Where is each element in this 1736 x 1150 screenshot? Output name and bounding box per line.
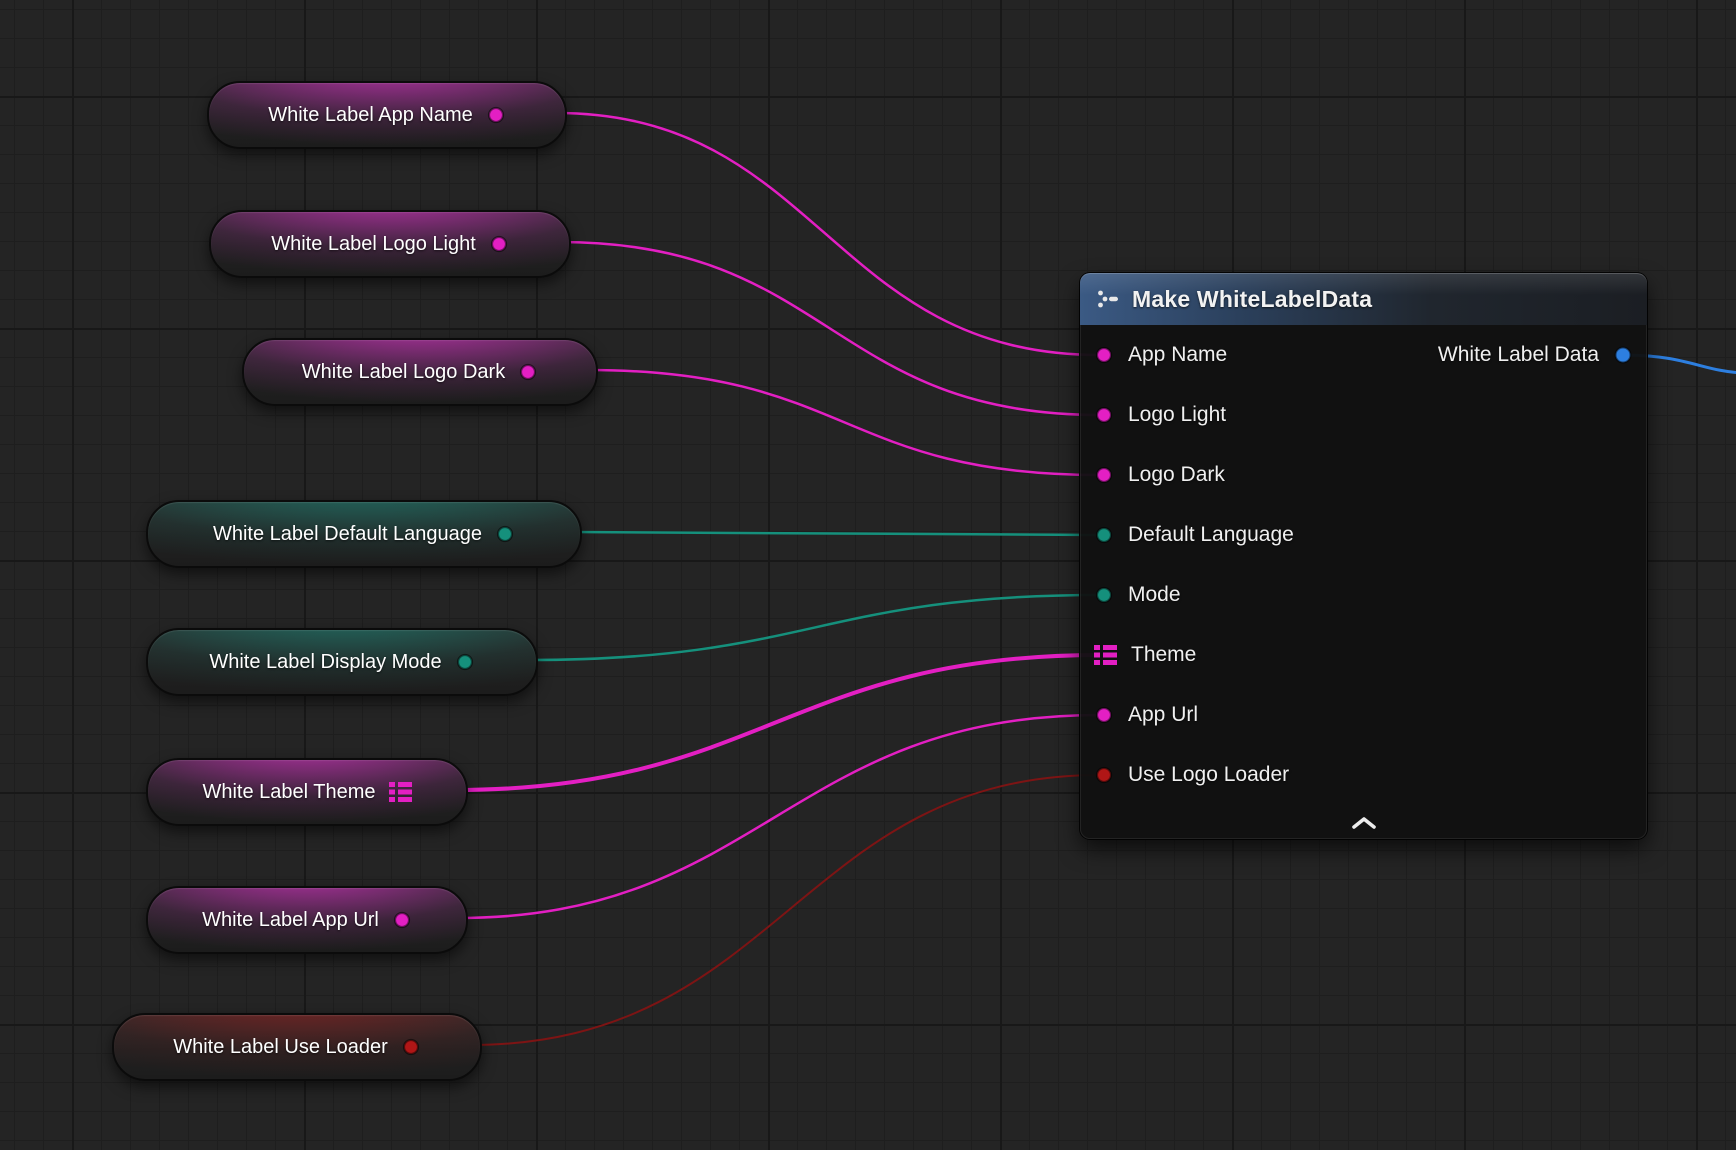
make-struct-icon: [1096, 288, 1120, 310]
pin-row-app-url: App Url: [1080, 685, 1647, 745]
node-title: Make WhiteLabelData: [1132, 286, 1372, 313]
string-output-pin[interactable]: [392, 910, 412, 930]
enum-output-pin[interactable]: [495, 524, 515, 544]
input-pin-app-url[interactable]: [1094, 705, 1114, 725]
pin-label: Use Logo Loader: [1128, 763, 1289, 787]
pin-label: App Name: [1128, 343, 1227, 367]
pin-row-logo-dark: Logo Dark: [1080, 445, 1647, 505]
node-title: White Label Theme: [202, 781, 375, 804]
string-output-pin[interactable]: [486, 105, 506, 125]
collapse-row: [1080, 805, 1647, 839]
collapse-arrow-icon[interactable]: [1350, 816, 1378, 829]
input-pin-app-name[interactable]: [1094, 345, 1114, 365]
input-pin-use-logo-loader[interactable]: [1094, 765, 1114, 785]
pin-row-app-name: App Name White Label Data: [1080, 325, 1647, 385]
variable-node-white-label-default-language[interactable]: White Label Default Language: [146, 500, 582, 568]
node-body: App Name White Label Data Logo Light Log…: [1080, 325, 1647, 839]
pin-label: Theme: [1131, 643, 1196, 667]
variable-node-white-label-logo-dark[interactable]: White Label Logo Dark: [242, 338, 598, 406]
node-title: White Label App Name: [268, 104, 473, 127]
input-pin-logo-light[interactable]: [1094, 405, 1114, 425]
pin-label: App Url: [1128, 703, 1198, 727]
input-pin-default-language[interactable]: [1094, 525, 1114, 545]
enum-output-pin[interactable]: [455, 652, 475, 672]
wire-logo-dark: [588, 370, 1100, 475]
pin-label: Logo Light: [1128, 403, 1226, 427]
wire-use-loader: [470, 775, 1100, 1045]
wire-app-name: [556, 113, 1100, 355]
wire-display-mode: [528, 595, 1100, 660]
variable-node-white-label-logo-light[interactable]: White Label Logo Light: [209, 210, 571, 278]
wire-theme: [455, 655, 1100, 790]
struct-grid-output-pin[interactable]: [389, 782, 412, 802]
make-whitelabeldata-node[interactable]: Make WhiteLabelData App Name White Label…: [1080, 273, 1647, 839]
input-pin-mode[interactable]: [1094, 585, 1114, 605]
bool-output-pin[interactable]: [401, 1037, 421, 1057]
output-pin-white-label-data[interactable]: [1613, 345, 1633, 365]
node-header[interactable]: Make WhiteLabelData: [1080, 273, 1647, 325]
node-title: White Label App Url: [202, 909, 379, 932]
input-pin-logo-dark[interactable]: [1094, 465, 1114, 485]
pin-row-logo-light: Logo Light: [1080, 385, 1647, 445]
pin-label: Mode: [1128, 583, 1181, 607]
node-title: White Label Logo Light: [271, 233, 476, 256]
output-pin-label: White Label Data: [1438, 343, 1599, 367]
variable-node-white-label-app-name[interactable]: White Label App Name: [207, 81, 567, 149]
node-title: White Label Logo Dark: [302, 361, 505, 384]
graph-canvas[interactable]: White Label App Name White Label Logo Li…: [0, 0, 1736, 1150]
string-output-pin[interactable]: [489, 234, 509, 254]
pin-label: Logo Dark: [1128, 463, 1225, 487]
variable-node-white-label-theme[interactable]: White Label Theme: [146, 758, 468, 826]
variable-node-white-label-display-mode[interactable]: White Label Display Mode: [146, 628, 538, 696]
pin-row-mode: Mode: [1080, 565, 1647, 625]
pin-label: Default Language: [1128, 523, 1294, 547]
string-output-pin[interactable]: [518, 362, 538, 382]
pin-row-theme: Theme: [1080, 625, 1647, 685]
node-title: White Label Use Loader: [173, 1036, 388, 1059]
pin-row-use-logo-loader: Use Logo Loader: [1080, 745, 1647, 805]
input-pin-theme[interactable]: [1094, 645, 1117, 665]
wire-logo-light: [560, 242, 1100, 415]
variable-node-white-label-app-url[interactable]: White Label App Url: [146, 886, 468, 954]
node-title: White Label Display Mode: [209, 651, 441, 674]
variable-node-white-label-use-loader[interactable]: White Label Use Loader: [112, 1013, 482, 1081]
node-title: White Label Default Language: [213, 523, 482, 546]
wire-app-url: [458, 715, 1100, 918]
pin-row-default-language: Default Language: [1080, 505, 1647, 565]
wire-default-language: [570, 532, 1100, 535]
